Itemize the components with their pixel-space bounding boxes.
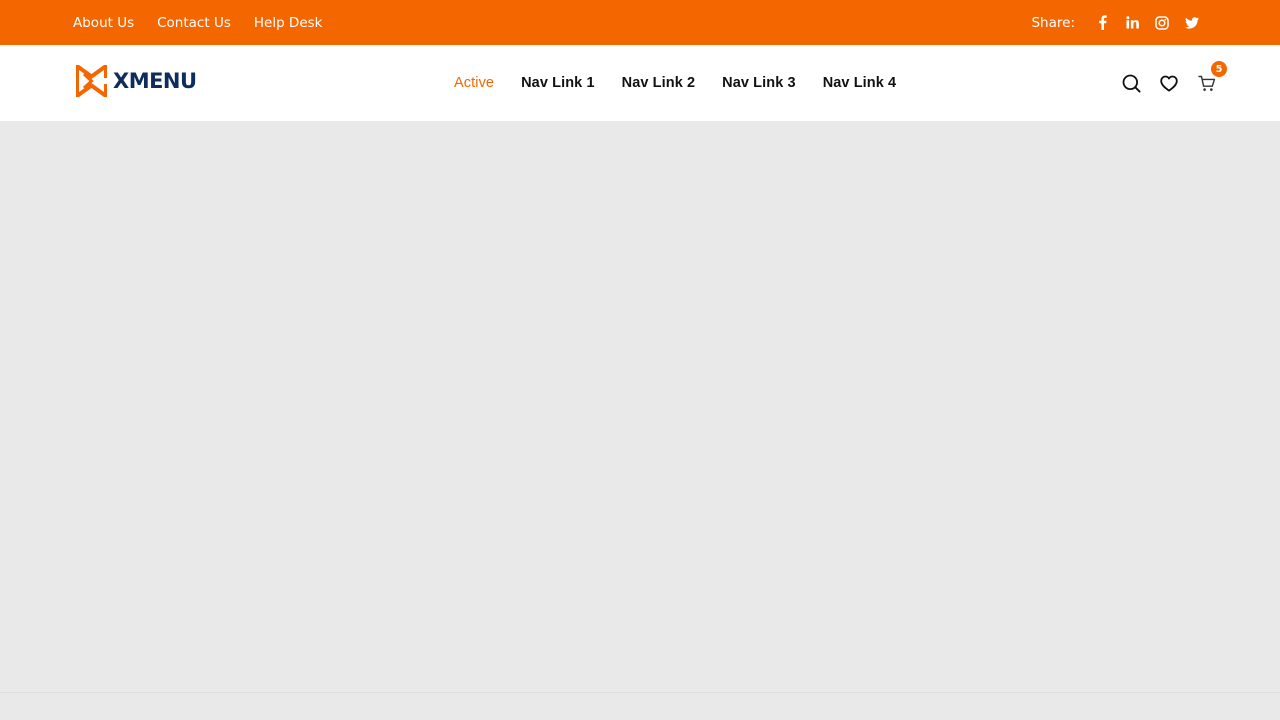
page-content bbox=[0, 121, 1280, 692]
logo[interactable]: XMENU bbox=[76, 64, 197, 98]
main-nav: Active Nav Link 1 Nav Link 2 Nav Link 3 … bbox=[454, 45, 896, 121]
share-label: Share: bbox=[1031, 14, 1075, 31]
cart-count-badge: 5 bbox=[1211, 61, 1227, 77]
facebook-icon[interactable] bbox=[1091, 12, 1113, 34]
logo-mark-icon bbox=[76, 65, 107, 97]
footer-divider bbox=[0, 692, 1280, 693]
instagram-icon[interactable] bbox=[1151, 12, 1173, 34]
main-header: XMENU Active Nav Link 1 Nav Link 2 Nav L… bbox=[0, 45, 1280, 121]
help-desk-link[interactable]: Help Desk bbox=[254, 15, 323, 31]
nav-link-1[interactable]: Nav Link 1 bbox=[521, 75, 595, 91]
header-actions: 5 bbox=[1120, 45, 1227, 121]
search-icon[interactable] bbox=[1120, 72, 1142, 94]
cart-icon[interactable]: 5 bbox=[1196, 61, 1227, 94]
top-bar: About Us Contact Us Help Desk Share: bbox=[0, 0, 1280, 45]
logo-text: XMENU bbox=[113, 69, 197, 93]
top-links: About Us Contact Us Help Desk bbox=[73, 0, 322, 45]
heart-icon[interactable] bbox=[1158, 72, 1180, 94]
nav-link-3[interactable]: Nav Link 3 bbox=[722, 75, 796, 91]
nav-link-2[interactable]: Nav Link 2 bbox=[622, 75, 696, 91]
linkedin-icon[interactable] bbox=[1121, 12, 1143, 34]
twitter-icon[interactable] bbox=[1181, 12, 1203, 34]
contact-us-link[interactable]: Contact Us bbox=[157, 15, 231, 31]
about-us-link[interactable]: About Us bbox=[73, 15, 134, 31]
nav-link-active[interactable]: Active bbox=[454, 75, 494, 91]
nav-link-4[interactable]: Nav Link 4 bbox=[823, 75, 897, 91]
share-group: Share: bbox=[1031, 0, 1203, 45]
